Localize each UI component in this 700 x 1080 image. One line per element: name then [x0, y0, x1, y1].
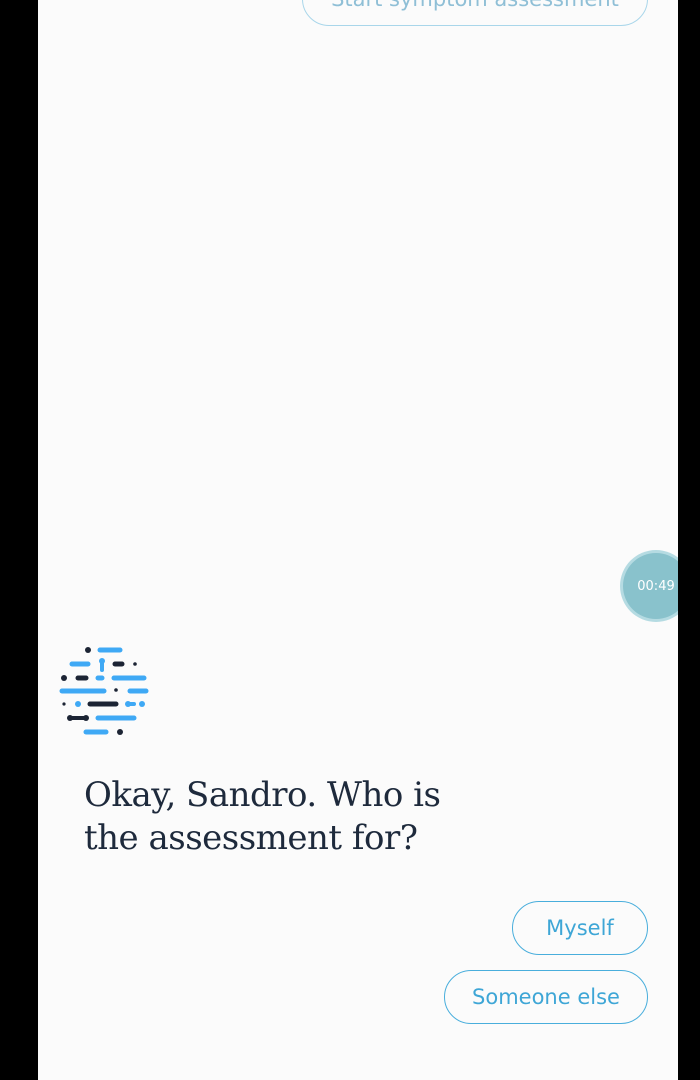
option-someone-else-button[interactable]: Someone else [444, 970, 648, 1024]
bot-message: Okay, Sandro. Who is the assessment for? [84, 775, 441, 858]
previous-answer-label: Start symptom assessment [331, 0, 619, 11]
timer-badge[interactable]: 00:49 [623, 553, 678, 619]
previous-answer-bubble: Start symptom assessment [302, 0, 648, 26]
chat-screen: Start symptom assessment 00:49 [38, 0, 678, 1080]
option-myself-label: Myself [546, 916, 614, 940]
option-myself-button[interactable]: Myself [512, 901, 648, 955]
option-someone-else-label: Someone else [472, 985, 620, 1009]
timer-label: 00:49 [637, 578, 675, 594]
ada-bot-avatar-icon [59, 647, 149, 735]
